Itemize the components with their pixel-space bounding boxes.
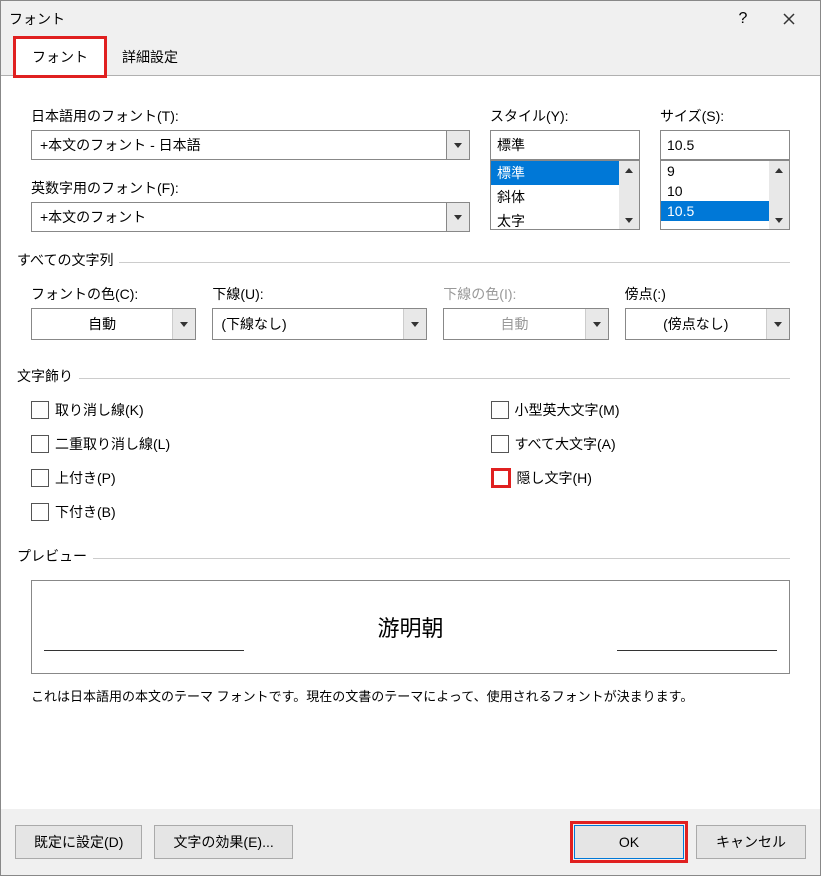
font-color-value: 自動 <box>32 309 172 339</box>
size-input[interactable] <box>660 130 790 160</box>
chevron-up-icon <box>625 168 633 173</box>
checkbox-subscript[interactable]: 下付き(B) <box>31 502 331 522</box>
effects-label: 文字飾り <box>17 366 73 386</box>
divider <box>44 650 244 651</box>
emphasis-label: 傍点(:) <box>625 284 790 304</box>
divider <box>119 262 790 263</box>
underline-color-label: 下線の色(I): <box>443 284 608 304</box>
chevron-down-icon <box>775 218 783 223</box>
divider <box>79 378 790 379</box>
all-text-label: すべての文字列 <box>17 250 113 270</box>
list-item[interactable]: 太字 <box>491 209 619 229</box>
footer: 既定に設定(D) 文字の効果(E)... OK キャンセル <box>1 809 820 875</box>
chevron-up-icon <box>775 168 783 173</box>
ok-button[interactable]: OK <box>574 825 684 859</box>
preview-text: 游明朝 <box>377 611 443 643</box>
chevron-down-icon <box>454 143 462 148</box>
latin-font-label: 英数字用のフォント(F): <box>31 178 470 198</box>
tab-bar: フォント 詳細設定 <box>1 37 820 75</box>
underline-label: 下線(U): <box>212 284 427 304</box>
preview-label: プレビュー <box>17 546 87 566</box>
checkbox-double-strikethrough[interactable]: 二重取り消し線(L) <box>31 434 331 454</box>
font-color-dropdown[interactable]: 自動 <box>31 308 196 340</box>
dialog-title: フォント <box>9 9 720 29</box>
title-bar: フォント ? <box>1 1 820 37</box>
close-icon <box>783 13 795 25</box>
set-default-button[interactable]: 既定に設定(D) <box>15 825 142 859</box>
font-dialog: フォント ? フォント 詳細設定 日本語用のフォント(T): 英数字用のフォント… <box>0 0 821 876</box>
checkbox-small-caps[interactable]: 小型英大文字(M) <box>491 400 791 420</box>
underline-color-dropdown: 自動 <box>443 308 608 340</box>
text-effects-button[interactable]: 文字の効果(E)... <box>154 825 292 859</box>
chevron-down-icon <box>180 322 188 327</box>
style-label: スタイル(Y): <box>490 106 640 126</box>
list-item[interactable]: 10 <box>661 181 769 201</box>
list-item[interactable]: 9 <box>661 161 769 181</box>
latin-font-input[interactable] <box>31 202 446 232</box>
size-list[interactable]: 9 10 10.5 <box>660 160 790 230</box>
jp-font-combo[interactable] <box>31 130 470 160</box>
preview-box: 游明朝 <box>31 580 790 674</box>
underline-dropdown[interactable]: (下線なし) <box>212 308 427 340</box>
style-list[interactable]: 標準 斜体 太字 <box>490 160 640 230</box>
divider <box>93 558 790 559</box>
divider <box>617 650 777 651</box>
scrollbar[interactable] <box>619 161 639 229</box>
emphasis-value: (傍点なし) <box>626 309 766 339</box>
jp-font-input[interactable] <box>31 130 446 160</box>
checkbox-superscript[interactable]: 上付き(P) <box>31 468 331 488</box>
tab-font[interactable]: フォント <box>15 38 105 76</box>
chevron-down-icon <box>625 218 633 223</box>
preview-note: これは日本語用の本文のテーマ フォントです。現在の文書のテーマによって、使用され… <box>31 686 790 705</box>
emphasis-dropdown[interactable]: (傍点なし) <box>625 308 790 340</box>
underline-color-value: 自動 <box>444 309 584 339</box>
list-item[interactable]: 標準 <box>491 161 619 185</box>
latin-font-combo[interactable] <box>31 202 470 232</box>
latin-font-dropdown-btn[interactable] <box>446 202 470 232</box>
jp-font-dropdown-btn[interactable] <box>446 130 470 160</box>
content-area: 日本語用のフォント(T): 英数字用のフォント(F): スタイル(Y): 標準 <box>1 75 820 809</box>
size-label: サイズ(S): <box>660 106 790 126</box>
chevron-down-icon <box>593 322 601 327</box>
chevron-down-icon <box>454 215 462 220</box>
scrollbar[interactable] <box>769 161 789 229</box>
checkbox-hidden[interactable]: 隠し文字(H) <box>491 468 791 488</box>
cancel-button[interactable]: キャンセル <box>696 825 806 859</box>
jp-font-label: 日本語用のフォント(T): <box>31 106 470 126</box>
list-item[interactable]: 10.5 <box>661 201 769 221</box>
checkbox-all-caps[interactable]: すべて大文字(A) <box>491 434 791 454</box>
chevron-down-icon <box>411 322 419 327</box>
chevron-down-icon <box>774 322 782 327</box>
help-button[interactable]: ? <box>720 3 766 35</box>
font-color-label: フォントの色(C): <box>31 284 196 304</box>
list-item[interactable]: 斜体 <box>491 185 619 209</box>
style-input[interactable] <box>490 130 640 160</box>
close-button[interactable] <box>766 3 812 35</box>
checkbox-strikethrough[interactable]: 取り消し線(K) <box>31 400 331 420</box>
tab-advanced[interactable]: 詳細設定 <box>105 38 195 76</box>
underline-value: (下線なし) <box>213 309 403 339</box>
